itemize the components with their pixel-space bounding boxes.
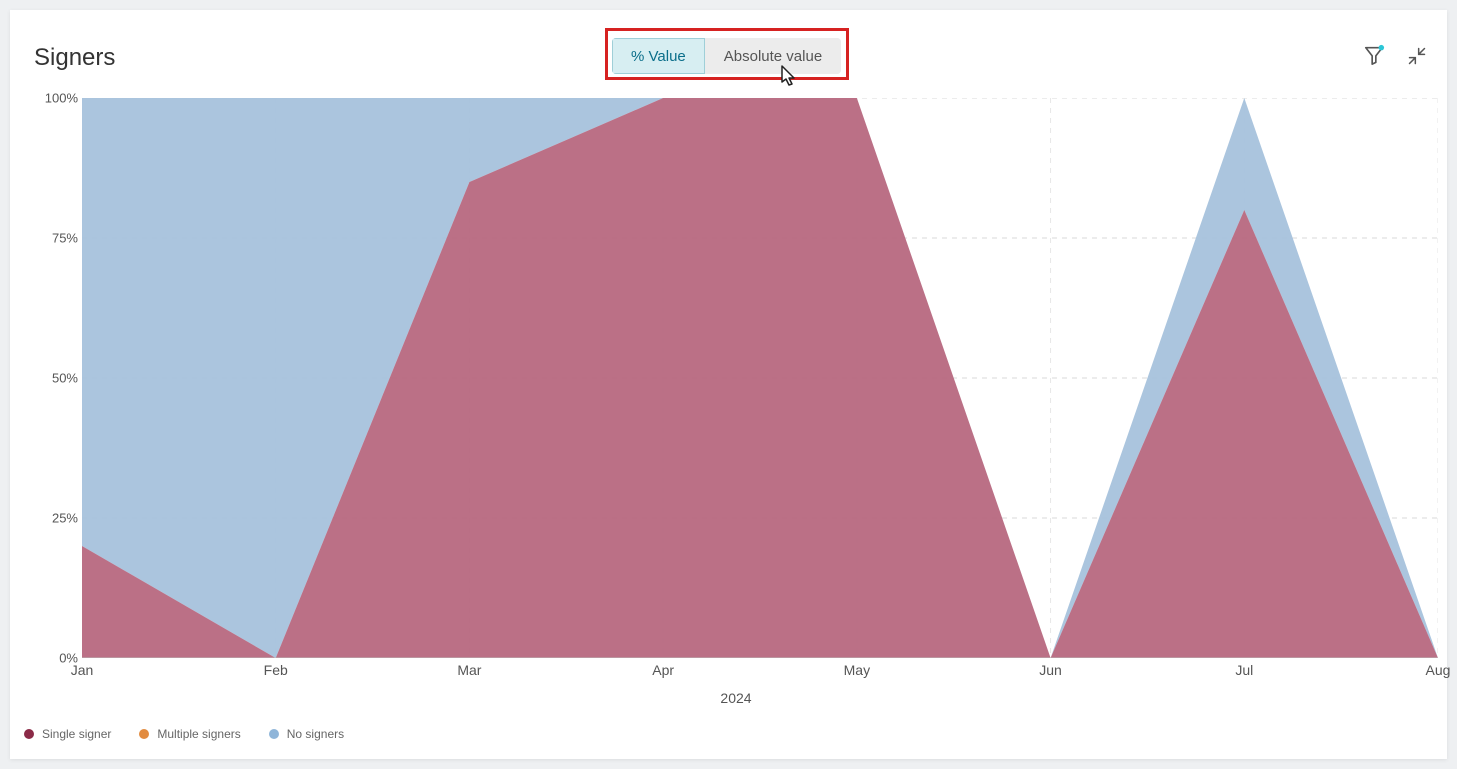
x-tick: Feb (264, 662, 288, 678)
y-tick: 25% (34, 511, 78, 526)
x-axis-year: 2024 (720, 690, 751, 706)
x-tick: Apr (652, 662, 674, 678)
filter-button[interactable] (1363, 44, 1385, 66)
x-tick: Jan (71, 662, 94, 678)
legend-swatch (269, 729, 279, 739)
collapse-button[interactable] (1407, 46, 1429, 68)
collapse-arrows-icon (1407, 46, 1427, 66)
chart-title: Signers (34, 44, 115, 72)
x-tick: May (844, 662, 870, 678)
y-tick: 75% (34, 231, 78, 246)
legend-item-multiple-signers[interactable]: Multiple signers (139, 727, 240, 741)
toggle-percent-value[interactable]: % Value (612, 38, 705, 74)
legend-label: No signers (287, 727, 344, 741)
y-tick: 100% (34, 91, 78, 106)
y-tick: 50% (34, 371, 78, 386)
legend-swatch (139, 729, 149, 739)
toggle-absolute-value[interactable]: Absolute value (705, 38, 841, 74)
chart-area: 100% 75% 50% 25% 0% JanFebMarAprMayJunJu… (34, 98, 1438, 718)
x-tick: Mar (457, 662, 481, 678)
value-mode-toggle: % Value Absolute value (612, 38, 841, 74)
chart-card: Signers % Value Absolute value 100 (10, 10, 1447, 759)
legend-swatch (24, 729, 34, 739)
legend: Single signer Multiple signers No signer… (20, 719, 344, 749)
x-tick: Jul (1235, 662, 1253, 678)
legend-item-no-signers[interactable]: No signers (269, 727, 344, 741)
legend-label: Single signer (42, 727, 111, 741)
x-tick: Aug (1426, 662, 1451, 678)
legend-item-single-signer[interactable]: Single signer (24, 727, 111, 741)
legend-label: Multiple signers (157, 727, 240, 741)
chart-plot[interactable] (82, 98, 1438, 658)
x-tick: Jun (1039, 662, 1062, 678)
funnel-icon (1363, 44, 1385, 66)
card-header: Signers % Value Absolute value (10, 10, 1447, 88)
